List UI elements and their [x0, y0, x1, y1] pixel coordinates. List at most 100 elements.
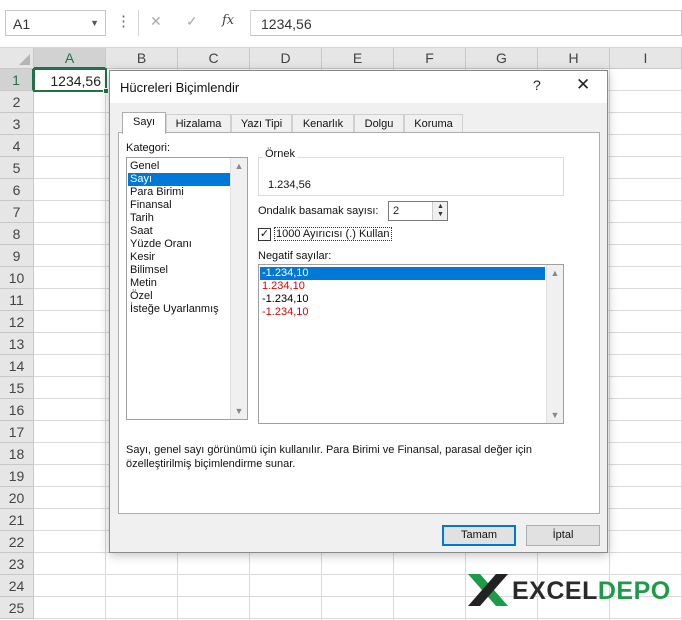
category-item[interactable]: Bilimsel [128, 264, 230, 277]
negative-format-option[interactable]: -1.234,10 [260, 267, 545, 280]
column-header[interactable]: F [394, 48, 466, 69]
arrow-up-icon[interactable]: ▲ [437, 203, 444, 211]
row-header[interactable]: 15 [0, 377, 34, 399]
thousands-separator-label[interactable]: 1000 Ayırıcısı (.) Kullan [274, 227, 392, 241]
category-item[interactable]: Finansal [128, 199, 230, 212]
scroll-down-icon[interactable]: ▼ [547, 407, 563, 423]
row-header[interactable]: 11 [0, 289, 34, 311]
row-header[interactable]: 24 [0, 575, 34, 597]
logo-text-excel: EXCEL [512, 577, 598, 605]
row-header[interactable]: 4 [0, 135, 34, 157]
stepper-buttons[interactable]: ▲ ▼ [432, 202, 447, 220]
name-box[interactable]: A1 ▼ [5, 10, 106, 36]
row-header[interactable]: 3 [0, 113, 34, 135]
column-header[interactable]: C [178, 48, 250, 69]
close-button[interactable]: ✕ [576, 75, 590, 95]
row-header[interactable]: 21 [0, 509, 34, 531]
negative-scrollbar[interactable]: ▲ ▼ [546, 265, 563, 423]
tab-alignment[interactable]: Hizalama [166, 114, 231, 133]
formula-input[interactable]: 1234,56 [251, 10, 682, 36]
tab-number[interactable]: Sayı [122, 112, 166, 134]
formula-value: 1234,56 [261, 16, 312, 32]
more-options-icon[interactable]: ⋮ [116, 12, 131, 30]
row-header[interactable]: 20 [0, 487, 34, 509]
logo-text: EXCELDEPO [512, 577, 671, 606]
category-item[interactable]: Kesir [128, 251, 230, 264]
negative-format-option[interactable]: -1.234,10 [260, 306, 545, 319]
category-item[interactable]: Genel [128, 160, 230, 173]
tab-border[interactable]: Kenarlık [292, 114, 354, 133]
decimal-places-stepper[interactable]: 2 ▲ ▼ [388, 201, 448, 221]
category-item[interactable]: İsteğe Uyarlanmış [128, 303, 230, 316]
row-header[interactable]: 17 [0, 421, 34, 443]
ok-button[interactable]: Tamam [442, 525, 516, 546]
dialog-title: Hücreleri Biçimlendir [120, 80, 240, 95]
row-header[interactable]: 5 [0, 157, 34, 179]
row-header[interactable]: 12 [0, 311, 34, 333]
column-header[interactable]: B [106, 48, 178, 69]
chevron-down-icon[interactable]: ▼ [90, 18, 99, 28]
divider [138, 10, 139, 36]
logo-text-depo: DEPO [597, 577, 671, 605]
column-header[interactable]: G [466, 48, 538, 69]
negative-numbers-list[interactable]: -1.234,10 1.234,10 -1.234,10 -1.234,10 ▲ ▼ [258, 264, 564, 424]
negative-format-option[interactable]: 1.234,10 [260, 280, 545, 293]
row-header[interactable]: 9 [0, 245, 34, 267]
row-header[interactable]: 10 [0, 267, 34, 289]
cancel-button[interactable]: İptal [526, 525, 600, 546]
sample-label: Örnek [263, 148, 297, 160]
category-item[interactable]: Yüzde Oranı [128, 238, 230, 251]
category-item[interactable]: Metin [128, 277, 230, 290]
tab-fill[interactable]: Dolgu [354, 114, 404, 133]
category-scrollbar[interactable]: ▲ ▼ [230, 158, 247, 419]
negative-numbers-label: Negatif sayılar: [258, 250, 332, 262]
check-icon[interactable]: ✓ [186, 13, 198, 30]
x-logo-icon [468, 574, 508, 606]
row-header[interactable]: 13 [0, 333, 34, 355]
category-item[interactable]: Sayı [128, 173, 230, 186]
category-list[interactable]: Genel Sayı Para Birimi Finansal Tarih Saat Yüz… [126, 157, 248, 420]
category-item[interactable]: Özel [128, 290, 230, 303]
select-all-button[interactable] [0, 48, 34, 69]
number-tab-panel: Kategori: Genel Sayı Para Birimi Finansal Ta… [118, 132, 600, 514]
close-icon[interactable]: ✕ [150, 13, 162, 30]
column-header[interactable]: H [538, 48, 610, 69]
row-header[interactable]: 2 [0, 91, 34, 113]
tab-protection[interactable]: Koruma [404, 114, 463, 133]
category-description: Sayı, genel sayı görünümü için kullanılı… [126, 444, 532, 470]
row-header[interactable]: 6 [0, 179, 34, 201]
row-header[interactable]: 1 [0, 69, 34, 91]
row-header[interactable]: 25 [0, 597, 34, 619]
column-header[interactable]: D [250, 48, 322, 69]
column-header[interactable]: E [322, 48, 394, 69]
scroll-up-icon[interactable]: ▲ [547, 265, 563, 281]
decimal-places-value[interactable]: 2 [393, 205, 399, 217]
row-header[interactable]: 8 [0, 223, 34, 245]
column-header[interactable]: A [34, 48, 106, 69]
row-header[interactable]: 23 [0, 553, 34, 575]
dialog-titlebar: Hücreleri Biçimlendir ? ✕ [110, 71, 607, 103]
thousands-separator-checkbox[interactable]: ✓ [258, 228, 271, 241]
category-item[interactable]: Saat [128, 225, 230, 238]
row-header[interactable]: 22 [0, 531, 34, 553]
scroll-down-icon[interactable]: ▼ [231, 403, 247, 419]
function-icon[interactable]: fx [222, 13, 234, 28]
row-header[interactable]: 7 [0, 201, 34, 223]
scroll-up-icon[interactable]: ▲ [231, 158, 247, 174]
sample-value: 1.234,56 [268, 179, 311, 191]
tab-font[interactable]: Yazı Tipi [231, 114, 292, 133]
row-header[interactable]: 16 [0, 399, 34, 421]
category-item[interactable]: Tarih [128, 212, 230, 225]
active-cell-a1[interactable]: 1234,56 [33, 68, 109, 94]
format-cells-dialog: Hücreleri Biçimlendir ? ✕ Sayı Hizalama … [109, 70, 608, 553]
category-item[interactable]: Para Birimi [128, 186, 230, 199]
row-header[interactable]: 18 [0, 443, 34, 465]
row-header[interactable]: 14 [0, 355, 34, 377]
arrow-down-icon[interactable]: ▼ [437, 211, 444, 219]
help-button[interactable]: ? [533, 77, 541, 93]
decimal-places-label: Ondalık basamak sayısı: [258, 205, 379, 217]
negative-format-option[interactable]: -1.234,10 [260, 293, 545, 306]
row-header[interactable]: 19 [0, 465, 34, 487]
category-label: Kategori: [126, 142, 171, 154]
column-header[interactable]: I [610, 48, 682, 69]
